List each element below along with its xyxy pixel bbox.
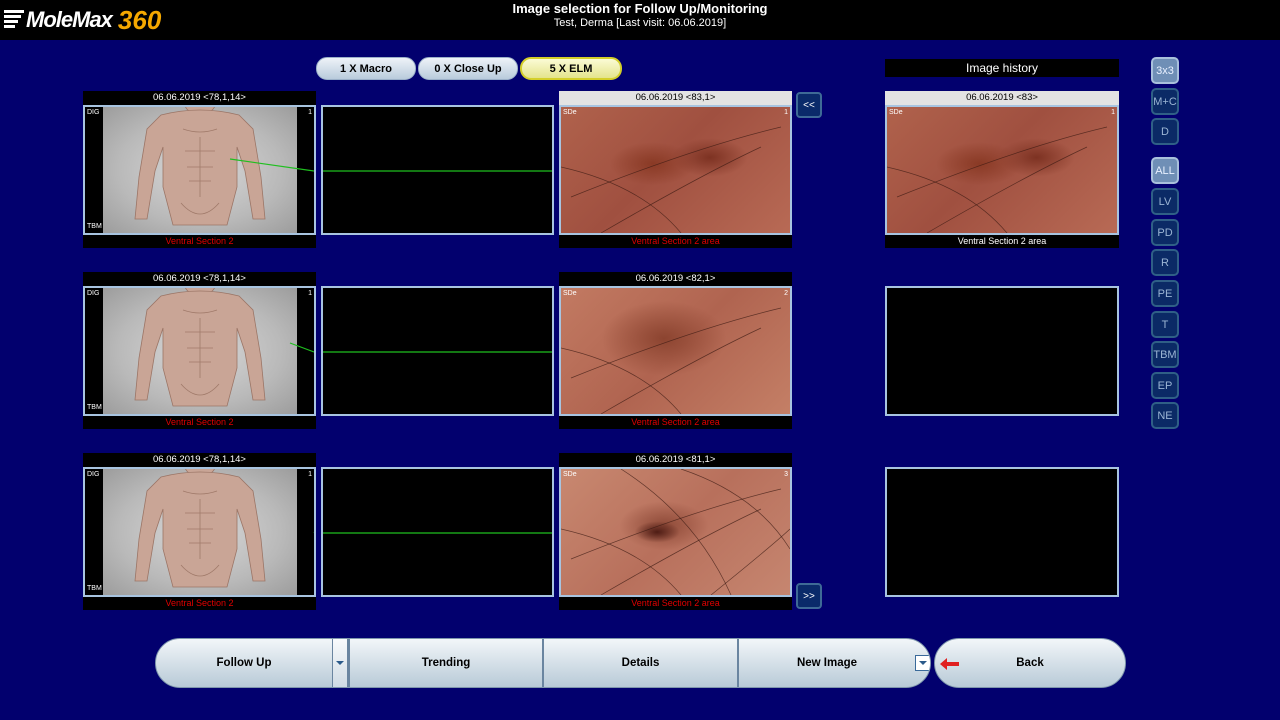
corner-label-tl: DIG: [87, 290, 100, 297]
trending-button[interactable]: Trending: [350, 639, 542, 687]
filter-button-ne[interactable]: NE: [1151, 402, 1179, 429]
elm-date-label: 06.06.2019 <83,1>: [559, 91, 792, 105]
image-history-title: Image history: [885, 59, 1119, 77]
corner-label-tr: 2: [784, 290, 788, 297]
macro-caption: Ventral Section 2: [83, 235, 316, 248]
link-line: [85, 288, 314, 414]
history-date-label: 06.06.2019 <83>: [885, 91, 1119, 105]
corner-label-bl: TBM: [87, 404, 102, 411]
close-up-frame[interactable]: [321, 105, 554, 235]
corner-label-tl: SDe: [563, 109, 577, 116]
elm-date-label: 06.06.2019 <82,1>: [559, 272, 792, 286]
macro-date-label: 06.06.2019 <78,1,14>: [83, 91, 316, 105]
link-line: [85, 107, 314, 233]
follow-up-button[interactable]: Follow Up: [156, 639, 332, 687]
elm-image-frame[interactable]: SDe 3: [559, 467, 792, 597]
details-button[interactable]: Details: [544, 639, 737, 687]
new-image-button[interactable]: New Image: [739, 639, 915, 687]
back-label: Back: [1016, 657, 1044, 669]
dermoscopy-image: [561, 107, 790, 233]
elm-image-frame[interactable]: SDe 1: [559, 105, 792, 235]
corner-label-tr: 3: [784, 471, 788, 478]
tab-macro[interactable]: 1 X Macro: [316, 57, 416, 80]
back-arrow-icon: [940, 658, 959, 670]
elm-caption: Ventral Section 2 area: [559, 235, 792, 248]
history-dermoscopy-image: [887, 107, 1117, 233]
new-image-dropdown[interactable]: [915, 655, 930, 671]
history-image-frame[interactable]: SDe 1: [885, 105, 1119, 235]
macro-image-frame[interactable]: DIG 1 TBM: [83, 467, 316, 597]
corner-label-tr: 1: [784, 109, 788, 116]
window-title: Image selection for Follow Up/Monitoring: [512, 1, 768, 16]
filter-button-lv[interactable]: LV: [1151, 188, 1179, 215]
corner-label-tr: 1: [1111, 109, 1115, 116]
filter-button-3x3[interactable]: 3x3: [1151, 57, 1179, 84]
corner-label-bl: TBM: [87, 585, 102, 592]
corner-label-tr: 1: [308, 471, 312, 478]
filter-button-ep[interactable]: EP: [1151, 372, 1179, 399]
history-empty-frame[interactable]: [885, 286, 1119, 416]
dermoscopy-image: [561, 469, 790, 595]
macro-caption: Ventral Section 2: [83, 416, 316, 429]
elm-date-label: 06.06.2019 <81,1>: [559, 453, 792, 467]
filter-button-all[interactable]: ALL: [1151, 157, 1179, 184]
macro-date-label: 06.06.2019 <78,1,14>: [83, 453, 316, 467]
elm-caption: Ventral Section 2 area: [559, 416, 792, 429]
close-up-frame[interactable]: [321, 286, 554, 416]
previous-page-button[interactable]: <<: [796, 92, 822, 118]
elm-image-frame[interactable]: SDe 2: [559, 286, 792, 416]
corner-label-tr: 1: [308, 290, 312, 297]
tab-close-up[interactable]: 0 X Close Up: [418, 57, 518, 80]
filter-button-t[interactable]: T: [1151, 311, 1179, 338]
back-button[interactable]: Back: [934, 638, 1126, 688]
corner-label-tl: SDe: [563, 290, 577, 297]
tab-elm[interactable]: 5 X ELM: [520, 57, 622, 80]
macro-image-frame[interactable]: DIG 1 TBM: [83, 286, 316, 416]
title-bar: MoleMax 360 Image selection for Follow U…: [0, 0, 1280, 40]
patient-subtitle: Test, Derma [Last visit: 06.06.2019]: [553, 17, 727, 29]
filter-button-pe[interactable]: PE: [1151, 280, 1179, 307]
history-empty-frame[interactable]: [885, 467, 1119, 597]
filter-button-d[interactable]: D: [1151, 118, 1179, 145]
dermoscopy-image: [561, 288, 790, 414]
macro-date-label: 06.06.2019 <78,1,14>: [83, 272, 316, 286]
close-up-frame[interactable]: [321, 467, 554, 597]
corner-label-tr: 1: [308, 109, 312, 116]
corner-label-tl: DIG: [87, 109, 100, 116]
link-line: [85, 469, 314, 595]
chevron-down-icon: [336, 661, 344, 665]
next-page-button[interactable]: >>: [796, 583, 822, 609]
page: MoleMax 360 Image selection for Follow U…: [0, 0, 1280, 720]
macro-image-frame[interactable]: DIG 1 TBM: [83, 105, 316, 235]
filter-button-tbm[interactable]: TBM: [1151, 341, 1179, 368]
macro-caption: Ventral Section 2: [83, 597, 316, 610]
corner-label-tl: DIG: [87, 471, 100, 478]
elm-caption: Ventral Section 2 area: [559, 597, 792, 610]
corner-label-tl: SDe: [889, 109, 903, 116]
filter-button-r[interactable]: R: [1151, 249, 1179, 276]
follow-up-dropdown[interactable]: [332, 639, 348, 687]
corner-label-tl: SDe: [563, 471, 577, 478]
history-caption: Ventral Section 2 area: [885, 235, 1119, 248]
filter-button-m-c[interactable]: M+C: [1151, 88, 1179, 115]
chevron-down-icon: [919, 661, 927, 665]
filter-button-pd[interactable]: PD: [1151, 219, 1179, 246]
bottom-toolbar: Follow Up Trending Details New Image: [155, 638, 931, 688]
corner-label-bl: TBM: [87, 223, 102, 230]
